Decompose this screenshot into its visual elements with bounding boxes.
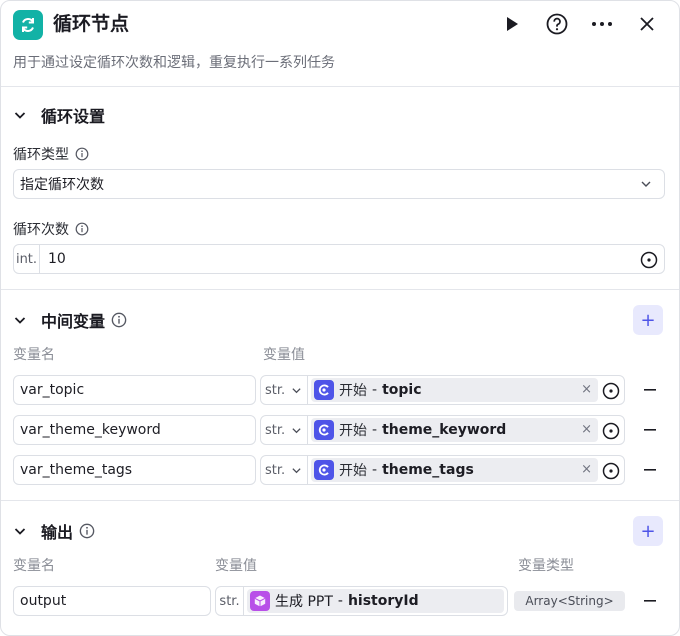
info-icon[interactable]: [79, 523, 95, 539]
type-select[interactable]: str.: [261, 456, 308, 484]
variable-reference-icon[interactable]: [602, 382, 620, 400]
loop-type-value: 指定循环次数: [20, 177, 104, 193]
loop-node-panel: 循环节点 用于通过设定循环次数和逻辑，重复执行一系列任务 循环设置 循环类型 指…: [0, 0, 680, 636]
node-header: 循环节点 用于通过设定循环次数和逻辑，重复执行一系列任务: [1, 1, 679, 87]
loop-count-value[interactable]: 10: [40, 251, 66, 267]
type-select[interactable]: str.: [261, 376, 308, 404]
intermediate-vars-header[interactable]: 中间变量: [13, 308, 127, 332]
variable-reference-chip[interactable]: 开始 - theme_keyword ×: [311, 418, 598, 442]
start-node-icon: [314, 460, 334, 480]
minus-icon: [644, 469, 656, 471]
play-button[interactable]: [500, 12, 524, 36]
close-button[interactable]: [635, 12, 659, 36]
variable-reference-chip[interactable]: 开始 - topic ×: [311, 378, 598, 402]
play-icon: [507, 17, 518, 31]
divider: [1, 289, 679, 290]
loop-icon: [13, 10, 43, 40]
remove-variable-button[interactable]: [642, 422, 658, 438]
info-icon[interactable]: [75, 222, 89, 236]
help-button[interactable]: [545, 12, 569, 36]
minus-icon: [644, 600, 656, 602]
column-label-name: 变量名: [13, 347, 55, 363]
variable-reference-icon[interactable]: [640, 251, 658, 269]
chevron-down-icon: [13, 523, 29, 539]
chevron-down-icon: [291, 385, 302, 396]
type-tag: int.: [14, 245, 40, 273]
variable-reference-icon[interactable]: [602, 422, 620, 440]
add-variable-button[interactable]: +: [633, 305, 663, 335]
ppt-node-icon: [250, 591, 270, 611]
chevron-down-icon: [291, 465, 302, 476]
output-title: 输出: [41, 523, 74, 542]
more-button[interactable]: [590, 12, 614, 36]
variable-name-input[interactable]: var_theme_tags: [13, 455, 256, 485]
column-label-type: 变量类型: [518, 558, 574, 574]
variable-value-input[interactable]: str. 开始 - topic ×: [260, 375, 625, 405]
loop-count-input[interactable]: int. 10: [13, 244, 665, 274]
variable-name-input[interactable]: var_topic: [13, 375, 256, 405]
column-label-name: 变量名: [13, 558, 55, 574]
clear-icon[interactable]: ×: [581, 382, 592, 397]
remove-variable-button[interactable]: [642, 382, 658, 398]
loop-type-select[interactable]: 指定循环次数: [13, 169, 665, 199]
variable-reference-chip[interactable]: 生成 PPT - historyId: [247, 589, 504, 613]
chevron-down-icon: [640, 178, 652, 194]
clear-icon[interactable]: ×: [581, 462, 592, 477]
more-icon: [592, 22, 612, 26]
loop-type-label: 循环类型: [13, 144, 89, 164]
minus-icon: [644, 429, 656, 431]
variable-reference-icon[interactable]: [602, 462, 620, 480]
type-select[interactable]: str.: [261, 416, 308, 444]
info-icon[interactable]: [111, 312, 127, 328]
output-value-input[interactable]: str. 生成 PPT - historyId: [215, 586, 508, 616]
remove-output-button[interactable]: [642, 593, 658, 609]
add-output-button[interactable]: +: [633, 516, 663, 546]
chevron-down-icon: [13, 107, 29, 123]
node-title: 循环节点: [53, 13, 130, 35]
close-icon: [640, 17, 654, 31]
output-header[interactable]: 输出: [13, 519, 95, 543]
chevron-down-icon: [13, 312, 29, 328]
variable-value-input[interactable]: str. 开始 - theme_tags ×: [260, 455, 625, 485]
loop-settings-header[interactable]: 循环设置: [13, 103, 105, 127]
type-tag: str.: [216, 587, 244, 615]
output-name-input[interactable]: output: [13, 586, 211, 616]
column-label-value: 变量值: [263, 347, 305, 363]
variable-reference-chip[interactable]: 开始 - theme_tags ×: [311, 458, 598, 482]
start-node-icon: [314, 380, 334, 400]
start-node-icon: [314, 420, 334, 440]
loop-settings-title: 循环设置: [41, 107, 106, 126]
info-icon[interactable]: [75, 147, 89, 161]
divider: [1, 500, 679, 501]
loop-count-label: 循环次数: [13, 219, 89, 239]
column-label-value: 变量值: [215, 558, 257, 574]
variable-value-input[interactable]: str. 开始 - theme_keyword ×: [260, 415, 625, 445]
node-description: 用于通过设定循环次数和逻辑，重复执行一系列任务: [13, 55, 335, 71]
chevron-down-icon: [291, 425, 302, 436]
clear-icon[interactable]: ×: [581, 422, 592, 437]
variable-name-input[interactable]: var_theme_keyword: [13, 415, 256, 445]
help-icon: [546, 13, 568, 35]
intermediate-vars-title: 中间变量: [41, 312, 106, 331]
remove-variable-button[interactable]: [642, 462, 658, 478]
output-type-badge: Array<String>: [514, 591, 625, 611]
minus-icon: [644, 389, 656, 391]
